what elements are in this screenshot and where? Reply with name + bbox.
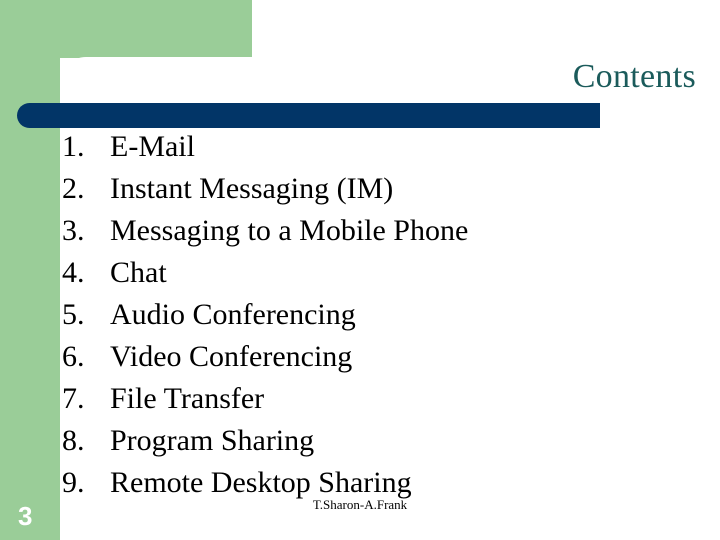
list-item: 7. File Transfer [62,378,662,420]
list-item: 4. Chat [62,252,662,294]
list-item-number: 1. [62,130,85,163]
footer-credit: T.Sharon-A.Frank [312,497,408,512]
list-item-label: Instant Messaging (IM) [110,172,394,205]
list-item-label: Video Conferencing [110,340,353,373]
list-item: 5. Audio Conferencing [62,294,662,336]
list-item: 2. Instant Messaging (IM) [62,168,662,210]
list-item-label: Messaging to a Mobile Phone [110,214,469,247]
list-item-number: 5. [62,298,85,331]
list-item-number: 4. [62,256,85,289]
slide-number: 3 [18,501,33,531]
list-item-label: E-Mail [110,130,195,163]
list-item-number: 8. [62,424,85,457]
list-item-label: Chat [110,256,167,289]
list-item-label: File Transfer [110,382,265,415]
list-item-number: 6. [62,340,85,373]
list-item-label: Audio Conferencing [110,298,356,331]
list-item-number: 3. [62,214,85,247]
contents-list: 1. E-Mail 2. Instant Messaging (IM) 3. Mess… [62,126,662,504]
list-item: 3. Messaging to a Mobile Phone [62,210,662,252]
slide-title: Contents [572,58,696,95]
list-item: 1. E-Mail [62,126,662,168]
list-item-number: 2. [62,172,85,205]
title-underline-bar [17,103,600,128]
presentation-slide: Contents 1. E-Mail 2. Instant Messaging (I… [0,0,720,540]
list-item-number: 7. [62,382,85,415]
list-item-label: Program Sharing [110,424,315,457]
list-item: 8. Program Sharing [62,420,662,462]
list-item: 6. Video Conferencing [62,336,662,378]
